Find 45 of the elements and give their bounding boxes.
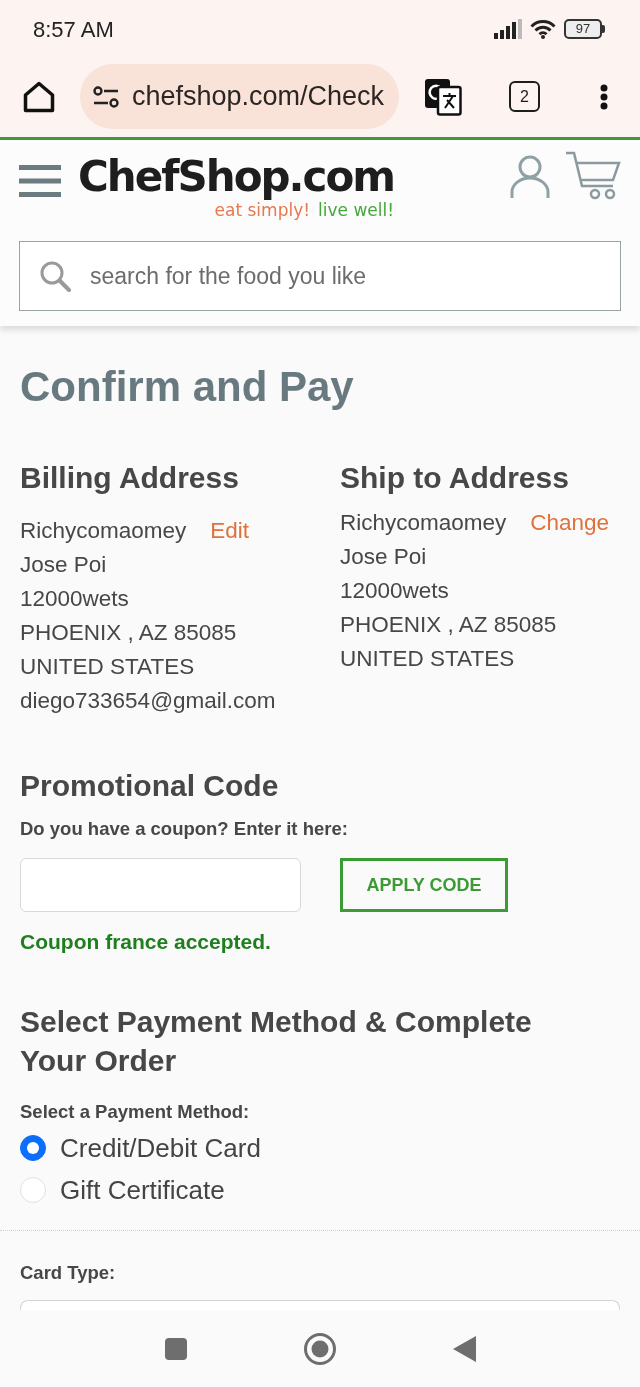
radio-button[interactable] [20, 1135, 46, 1161]
page-title: Confirm and Pay [20, 362, 355, 412]
address-line: UNITED STATES [340, 645, 516, 673]
coupon-message: Coupon france accepted. [20, 929, 272, 955]
address-line: UNITED STATES [20, 653, 196, 681]
section-heading: Select Payment Method & Complete Your Order [20, 1004, 533, 1079]
home-icon[interactable] [22, 80, 56, 113]
tagline-text: live well! [318, 200, 395, 221]
coupon-field[interactable] [20, 858, 301, 912]
payment-method-label: Select a Payment Method: [20, 1100, 251, 1124]
address-line: Richycomaomey [20, 517, 187, 545]
payment-option-label[interactable]: Credit/Debit Card [60, 1132, 261, 1164]
search-field[interactable]: search for the food you like [19, 241, 621, 311]
user-icon[interactable] [509, 155, 551, 199]
address-line: Jose Poi [20, 551, 108, 579]
translate-icon[interactable] [424, 77, 462, 116]
address-bar[interactable]: chefshop.com/Check [80, 64, 399, 129]
sliders-icon[interactable] [93, 85, 119, 108]
address-line: Richycomaomey [340, 509, 507, 537]
section-heading: Billing Address [20, 460, 240, 496]
address-line: diego733654@gmail.com [20, 687, 277, 715]
search-icon [39, 260, 71, 292]
card-type-label: Card Type: [20, 1261, 117, 1285]
address-line: PHOENIX , AZ 85085 [20, 619, 238, 647]
more-options-icon[interactable] [600, 83, 608, 110]
signal-icon [494, 19, 522, 39]
coupon-prompt: Do you have a coupon? Enter it here: [20, 817, 349, 841]
clock-time: 8:57 AM [33, 15, 114, 44]
payment-option-label[interactable]: Gift Certificate [60, 1174, 225, 1206]
tab-switcher-button[interactable]: 2 [509, 81, 540, 112]
address-line: 12000wets [340, 577, 450, 605]
cart-icon[interactable] [565, 150, 621, 200]
square-icon[interactable] [164, 1337, 187, 1360]
card-type-field[interactable] [20, 1300, 620, 1310]
section-heading: Promotional Code [20, 768, 280, 804]
address-line: Jose Poi [340, 543, 428, 571]
menu-icon[interactable] [19, 165, 61, 197]
section-heading: Ship to Address [340, 460, 570, 496]
tagline-text: eat simply! [214, 200, 311, 221]
battery-indicator: 97 [564, 19, 605, 39]
wifi-icon [530, 19, 556, 39]
address-line: PHOENIX , AZ 85085 [340, 611, 558, 639]
triangle-icon[interactable] [452, 1335, 476, 1362]
ring-icon[interactable] [303, 1332, 336, 1365]
address-line: 12000wets [20, 585, 130, 613]
